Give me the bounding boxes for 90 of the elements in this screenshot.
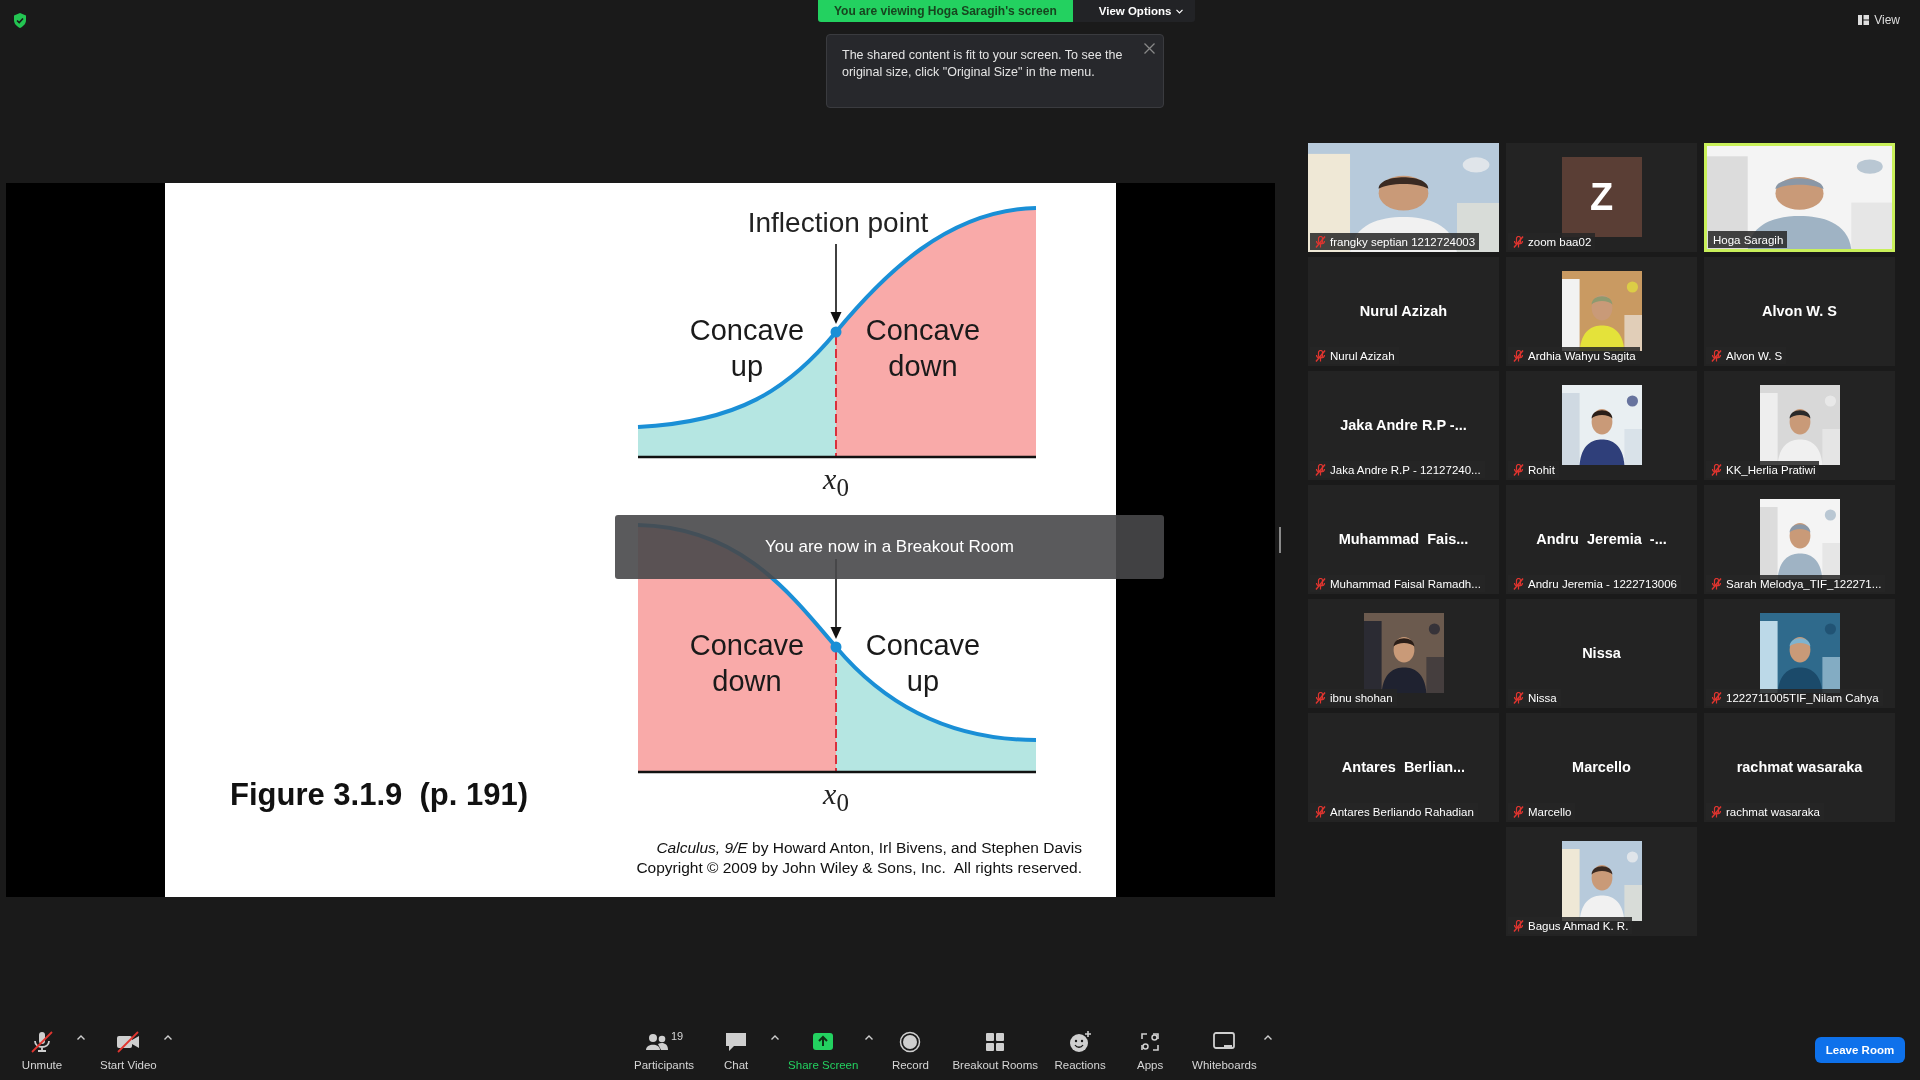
participant-label: ibnu shohan bbox=[1330, 691, 1393, 704]
participant-label: Hoga Saragih bbox=[1713, 233, 1784, 246]
caret-icon[interactable] bbox=[770, 1033, 781, 1041]
participant-tile[interactable]: Z zoom baa02 bbox=[1506, 143, 1697, 252]
resize-handle[interactable] bbox=[1279, 527, 1281, 553]
participant-name: Alvon W. S bbox=[1762, 303, 1837, 319]
view-options-button[interactable]: View Options bbox=[1072, 0, 1196, 22]
breakout-notification: You are now in a Breakout Room bbox=[615, 515, 1164, 579]
citation-text: Copyright © 2009 by John Wiley & Sons, Inc. All rights reserved. bbox=[636, 858, 1082, 878]
leave-room-button[interactable]: Leave Room bbox=[1815, 1037, 1905, 1063]
participant-label: Andru Jeremia - 1222713006 bbox=[1528, 577, 1677, 590]
tooltip-text: The shared content is fit to your screen. To see the original size, click "Original Size" in the menu. bbox=[842, 47, 1124, 81]
participant-tile[interactable]: Sarah Melodya_TIF_122271... bbox=[1704, 485, 1895, 594]
participant-name: Jaka Andre R.P -... bbox=[1340, 417, 1467, 433]
participant-tile[interactable]: KK_Herlia Pratiwi bbox=[1704, 371, 1895, 480]
smiley-icon bbox=[1068, 1029, 1093, 1054]
participant-label: Jaka Andre R.P - 12127240... bbox=[1330, 463, 1481, 476]
graph-label: Concave down bbox=[865, 313, 981, 384]
participant-name: Marcello bbox=[1572, 759, 1631, 775]
participant-tile[interactable]: Alvon W. S Alvon W. S bbox=[1704, 257, 1895, 366]
caret-icon[interactable] bbox=[1262, 1033, 1273, 1041]
participant-label: Nissa bbox=[1528, 691, 1557, 704]
participant-tile[interactable]: Antares Berlian... Antares Berliando Rahadian bbox=[1308, 713, 1499, 822]
graph-label: Concave up bbox=[689, 313, 805, 384]
figure-caption: Figure 3.1.9 (p. 191) bbox=[230, 777, 529, 813]
graph-label: Concave up bbox=[865, 628, 981, 699]
participant-label: Antares Berliando Rahadian bbox=[1330, 805, 1474, 818]
participant-tile[interactable]: ibnu shohan bbox=[1308, 599, 1499, 708]
participant-label: frangky septian 1212724003 bbox=[1330, 235, 1476, 248]
participant-name: Nissa bbox=[1582, 645, 1621, 661]
participant-label: Alvon W. S bbox=[1726, 349, 1783, 362]
participant-label: KK_Herlia Pratiwi bbox=[1726, 463, 1816, 476]
participant-label: 1222711005TIF_Nilam Cahya bbox=[1726, 691, 1879, 704]
graph-title: Inflection point bbox=[747, 207, 929, 238]
participant-name: Nurul Azizah bbox=[1359, 303, 1448, 319]
grid-icon bbox=[1858, 15, 1870, 25]
axis-label: x$_{0}$ bbox=[823, 462, 849, 502]
participant-label: Marcello bbox=[1528, 805, 1572, 818]
toolbar-button[interactable]: 19 Participants bbox=[628, 1025, 701, 1075]
participant-tile[interactable]: 1222711005TIF_Nilam Cahya bbox=[1704, 599, 1895, 708]
participant-name: rachmat wasaraka bbox=[1736, 759, 1863, 775]
participant-tile[interactable]: Jaka Andre R.P -... Jaka Andre R.P - 12127240... bbox=[1308, 371, 1499, 480]
participant-tile[interactable]: Nurul Azizah Nurul Azizah bbox=[1308, 257, 1499, 366]
shield-icon[interactable] bbox=[13, 13, 27, 28]
participant-tile[interactable]: Muhammad Fais... Muhammad Faisal Ramadh... bbox=[1308, 485, 1499, 594]
toolbar-button[interactable]: Record bbox=[876, 1025, 945, 1075]
view-button[interactable]: View bbox=[1852, 12, 1906, 28]
toolbar-button[interactable]: Share Screen bbox=[782, 1025, 865, 1075]
caret-icon[interactable] bbox=[76, 1033, 86, 1041]
close-icon[interactable] bbox=[1144, 43, 1155, 54]
participant-name: Andru Jeremia -... bbox=[1536, 531, 1667, 547]
caret-icon[interactable] bbox=[864, 1033, 875, 1041]
chevron-icon bbox=[1176, 8, 1184, 14]
participant-label: Nurul Azizah bbox=[1330, 349, 1395, 362]
participant-tile[interactable]: Andru Jeremia -... Andru Jeremia - 1222713006 bbox=[1506, 485, 1697, 594]
participant-label: zoom baa02 bbox=[1528, 235, 1592, 248]
participant-label: Rohit bbox=[1528, 463, 1555, 476]
inflection-point-dot bbox=[830, 641, 842, 653]
toolbar-button[interactable]: Unmute bbox=[8, 1025, 76, 1075]
graph-label: Concave down bbox=[689, 628, 805, 699]
microphone-icon bbox=[30, 1029, 54, 1054]
sharing-notice: You are viewing Hoga Saragih's screen bbox=[818, 0, 1073, 22]
inflection-point-dot bbox=[830, 326, 842, 338]
participant-tile[interactable]: rachmat wasaraka rachmat wasaraka bbox=[1704, 713, 1895, 822]
participant-tile[interactable]: frangky septian 1212724003 bbox=[1308, 143, 1499, 252]
participant-label: Sarah Melodya_TIF_122271... bbox=[1726, 577, 1882, 590]
participant-name: Antares Berlian... bbox=[1341, 759, 1466, 775]
toolbar-button[interactable]: Breakout Rooms bbox=[946, 1025, 1045, 1075]
participant-label: Ardhia Wahyu Sagita bbox=[1528, 349, 1636, 362]
participant-tile[interactable]: Marcello Marcello bbox=[1506, 713, 1697, 822]
caret-icon[interactable] bbox=[162, 1033, 173, 1041]
avatar-initial: Z bbox=[1561, 157, 1642, 237]
participant-tile[interactable]: Hoga Saragih bbox=[1704, 143, 1895, 252]
participant-tile[interactable]: Rohit bbox=[1506, 371, 1697, 480]
participant-name: Muhammad Fais... bbox=[1338, 531, 1469, 547]
axis-label: x$_{0}$ bbox=[823, 777, 849, 817]
toolbar-button[interactable]: Apps bbox=[1116, 1025, 1185, 1075]
participant-label: Muhammad Faisal Ramadh... bbox=[1330, 577, 1481, 590]
participant-tile[interactable]: Nissa Nissa bbox=[1506, 599, 1697, 708]
participant-tile[interactable]: Bagus Ahmad K. R. bbox=[1506, 827, 1697, 936]
participant-tile[interactable]: Ardhia Wahyu Sagita bbox=[1506, 257, 1697, 366]
toolbar-button[interactable]: Whiteboards bbox=[1186, 1025, 1263, 1075]
toolbar-button[interactable]: Reactions bbox=[1046, 1025, 1115, 1075]
participant-label: Bagus Ahmad K. R. bbox=[1528, 919, 1629, 932]
toolbar-button[interactable]: Chat bbox=[702, 1025, 771, 1075]
record-icon bbox=[898, 1029, 923, 1054]
participant-label: rachmat wasaraka bbox=[1726, 805, 1820, 818]
video-camera-icon bbox=[116, 1029, 141, 1054]
citation-text: Calculus, 9/E by Howard Anton, Irl Bivens, and Stephen Davis bbox=[656, 838, 1082, 858]
toolbar-button[interactable]: Start Video bbox=[94, 1025, 163, 1075]
